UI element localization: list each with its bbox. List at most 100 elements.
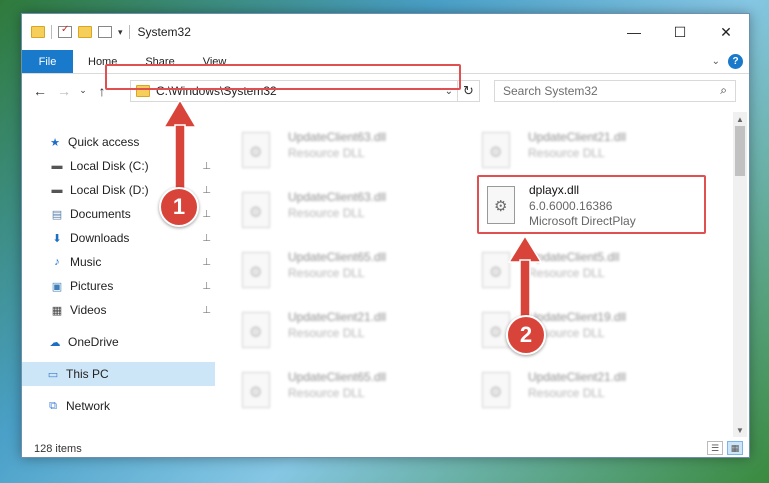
file-name: UpdateClient21.dll [528,130,627,144]
step-badge-2: 2 [506,315,546,355]
new-folder-icon[interactable] [78,26,92,38]
file-description: Resource DLL [528,146,605,160]
file-item[interactable]: UpdateClient65.dll Resource DLL [236,364,466,420]
sidebar-item-label: This PC [66,367,109,381]
vertical-scrollbar[interactable]: ▲ ▼ [733,112,747,437]
file-item[interactable]: UpdateClient63.dll Resource DLL [236,184,466,240]
cloud-icon: ☁ [49,336,61,349]
search-input[interactable]: Search System32 ⌕ [494,80,736,102]
pin-icon[interactable]: ⊥ [202,209,211,220]
expand-ribbon-icon[interactable]: ⌄ [712,56,720,67]
file-highlight [477,175,706,234]
file-description: Resource DLL [528,386,605,400]
file-description: Resource DLL [288,146,365,160]
ribbon-controls: ⌄ ? [712,54,743,69]
file-description: Resource DLL [288,206,365,220]
file-item[interactable]: UpdateClient21.dll Resource DLL [476,364,706,420]
back-button[interactable]: ← [28,79,52,103]
file-item[interactable]: UpdateClient21.dll Resource DLL [236,304,466,360]
recent-locations-button[interactable]: ⌄ [76,79,90,103]
maximize-button[interactable]: ☐ [657,14,703,50]
dll-file-icon [482,132,510,168]
documents-icon: ▤ [51,208,63,221]
sidebar-item-label: Videos [70,303,107,317]
file-description: Resource DLL [288,326,365,340]
dll-file-icon [242,312,270,348]
pictures-icon: ▣ [51,280,63,293]
divider [128,25,130,39]
file-name: UpdateClient65.dll [288,250,387,264]
file-name: UpdateClient65.dll [288,370,387,384]
videos-icon: ▦ [51,304,63,317]
sidebar-item-label: Downloads [70,231,130,245]
sidebar-item-label: Pictures [70,279,114,293]
scrollbar-thumb[interactable] [735,126,745,176]
tiles-view-icon[interactable]: ▦ [727,441,743,455]
sidebar-item-pictures[interactable]: ▣ Pictures ⊥ [22,274,215,298]
folder-icon[interactable] [31,26,45,38]
sidebar-item-label: Network [66,399,111,413]
pin-icon[interactable]: ⊥ [202,305,211,316]
sidebar-item-label: Quick access [68,135,140,149]
sidebar-item-network[interactable]: ⧉ Network [22,394,215,418]
step-badge-1: 1 [159,187,199,227]
status-bar: 128 items ☰ ▦ [22,439,749,458]
file-item[interactable]: UpdateClient65.dll Resource DLL [236,244,466,300]
file-item[interactable]: UpdateClient63.dll Resource DLL [236,124,466,180]
forward-button[interactable]: → [52,79,76,103]
pin-icon[interactable]: ⊥ [202,161,211,172]
sidebar-item-downloads[interactable]: ⬇ Downloads ⊥ [22,226,215,250]
download-icon: ⬇ [52,232,62,245]
window-title: System32 [137,25,191,39]
sidebar-item-label: OneDrive [68,335,119,349]
divider [51,25,52,39]
view-options-icon[interactable] [98,26,112,38]
properties-icon[interactable] [58,24,72,38]
file-description: Resource DLL [288,386,365,400]
help-icon[interactable]: ? [728,54,743,69]
sidebar-item-label: Local Disk (D:) [70,183,149,197]
file-name: UpdateClient21.dll [528,370,627,384]
pin-icon[interactable]: ⊥ [202,281,211,292]
pin-icon[interactable]: ⊥ [202,185,211,196]
network-icon: ⧉ [49,399,57,412]
dll-file-icon [242,252,270,288]
details-view-icon[interactable]: ☰ [707,441,723,455]
dll-file-icon [482,372,510,408]
file-list: UpdateClient63.dllResource DLLUpdateClie… [216,110,733,440]
pin-icon[interactable]: ⊥ [202,257,211,268]
scroll-down-icon[interactable]: ▼ [733,423,747,437]
address-highlight [105,64,461,90]
item-count: 128 items [34,442,82,455]
tab-file[interactable]: File [22,50,73,73]
drive-icon: ▬ [51,160,63,172]
file-item[interactable]: UpdateClient21.dll Resource DLL [476,124,706,180]
arrow-1-head [162,98,198,128]
pin-icon[interactable]: ⊥ [202,233,211,244]
search-placeholder: Search System32 [503,84,598,98]
file-description: Resource DLL [288,266,365,280]
quick-access-toolbar: ▾ [22,24,130,39]
sidebar-item-music[interactable]: ♪ Music ⊥ [22,250,215,274]
music-icon: ♪ [54,256,60,268]
arrow-2-head [507,234,543,263]
scroll-up-icon[interactable]: ▲ [733,112,747,126]
star-icon: ★ [50,136,60,149]
sidebar-item-onedrive[interactable]: ☁ OneDrive [22,330,215,354]
window-controls: — ☐ ✕ [611,14,749,50]
dll-file-icon [242,192,270,228]
dll-file-icon [242,132,270,168]
close-button[interactable]: ✕ [703,14,749,50]
title-bar: ▾ System32 — ☐ ✕ [22,14,749,50]
minimize-button[interactable]: — [611,14,657,50]
search-icon: ⌕ [720,83,727,97]
view-switcher: ☰ ▦ [707,441,743,455]
sidebar-item-this-pc[interactable]: ▭ This PC [22,362,215,386]
sidebar-item-videos[interactable]: ▦ Videos ⊥ [22,298,215,322]
file-name: UpdateClient63.dll [288,130,387,144]
sidebar-item-label: Documents [70,207,131,221]
customize-toolbar-dropdown[interactable]: ▾ [118,27,123,38]
file-name: UpdateClient63.dll [288,190,387,204]
dll-file-icon [242,372,270,408]
sidebar-item-label: Local Disk (C:) [70,159,149,173]
